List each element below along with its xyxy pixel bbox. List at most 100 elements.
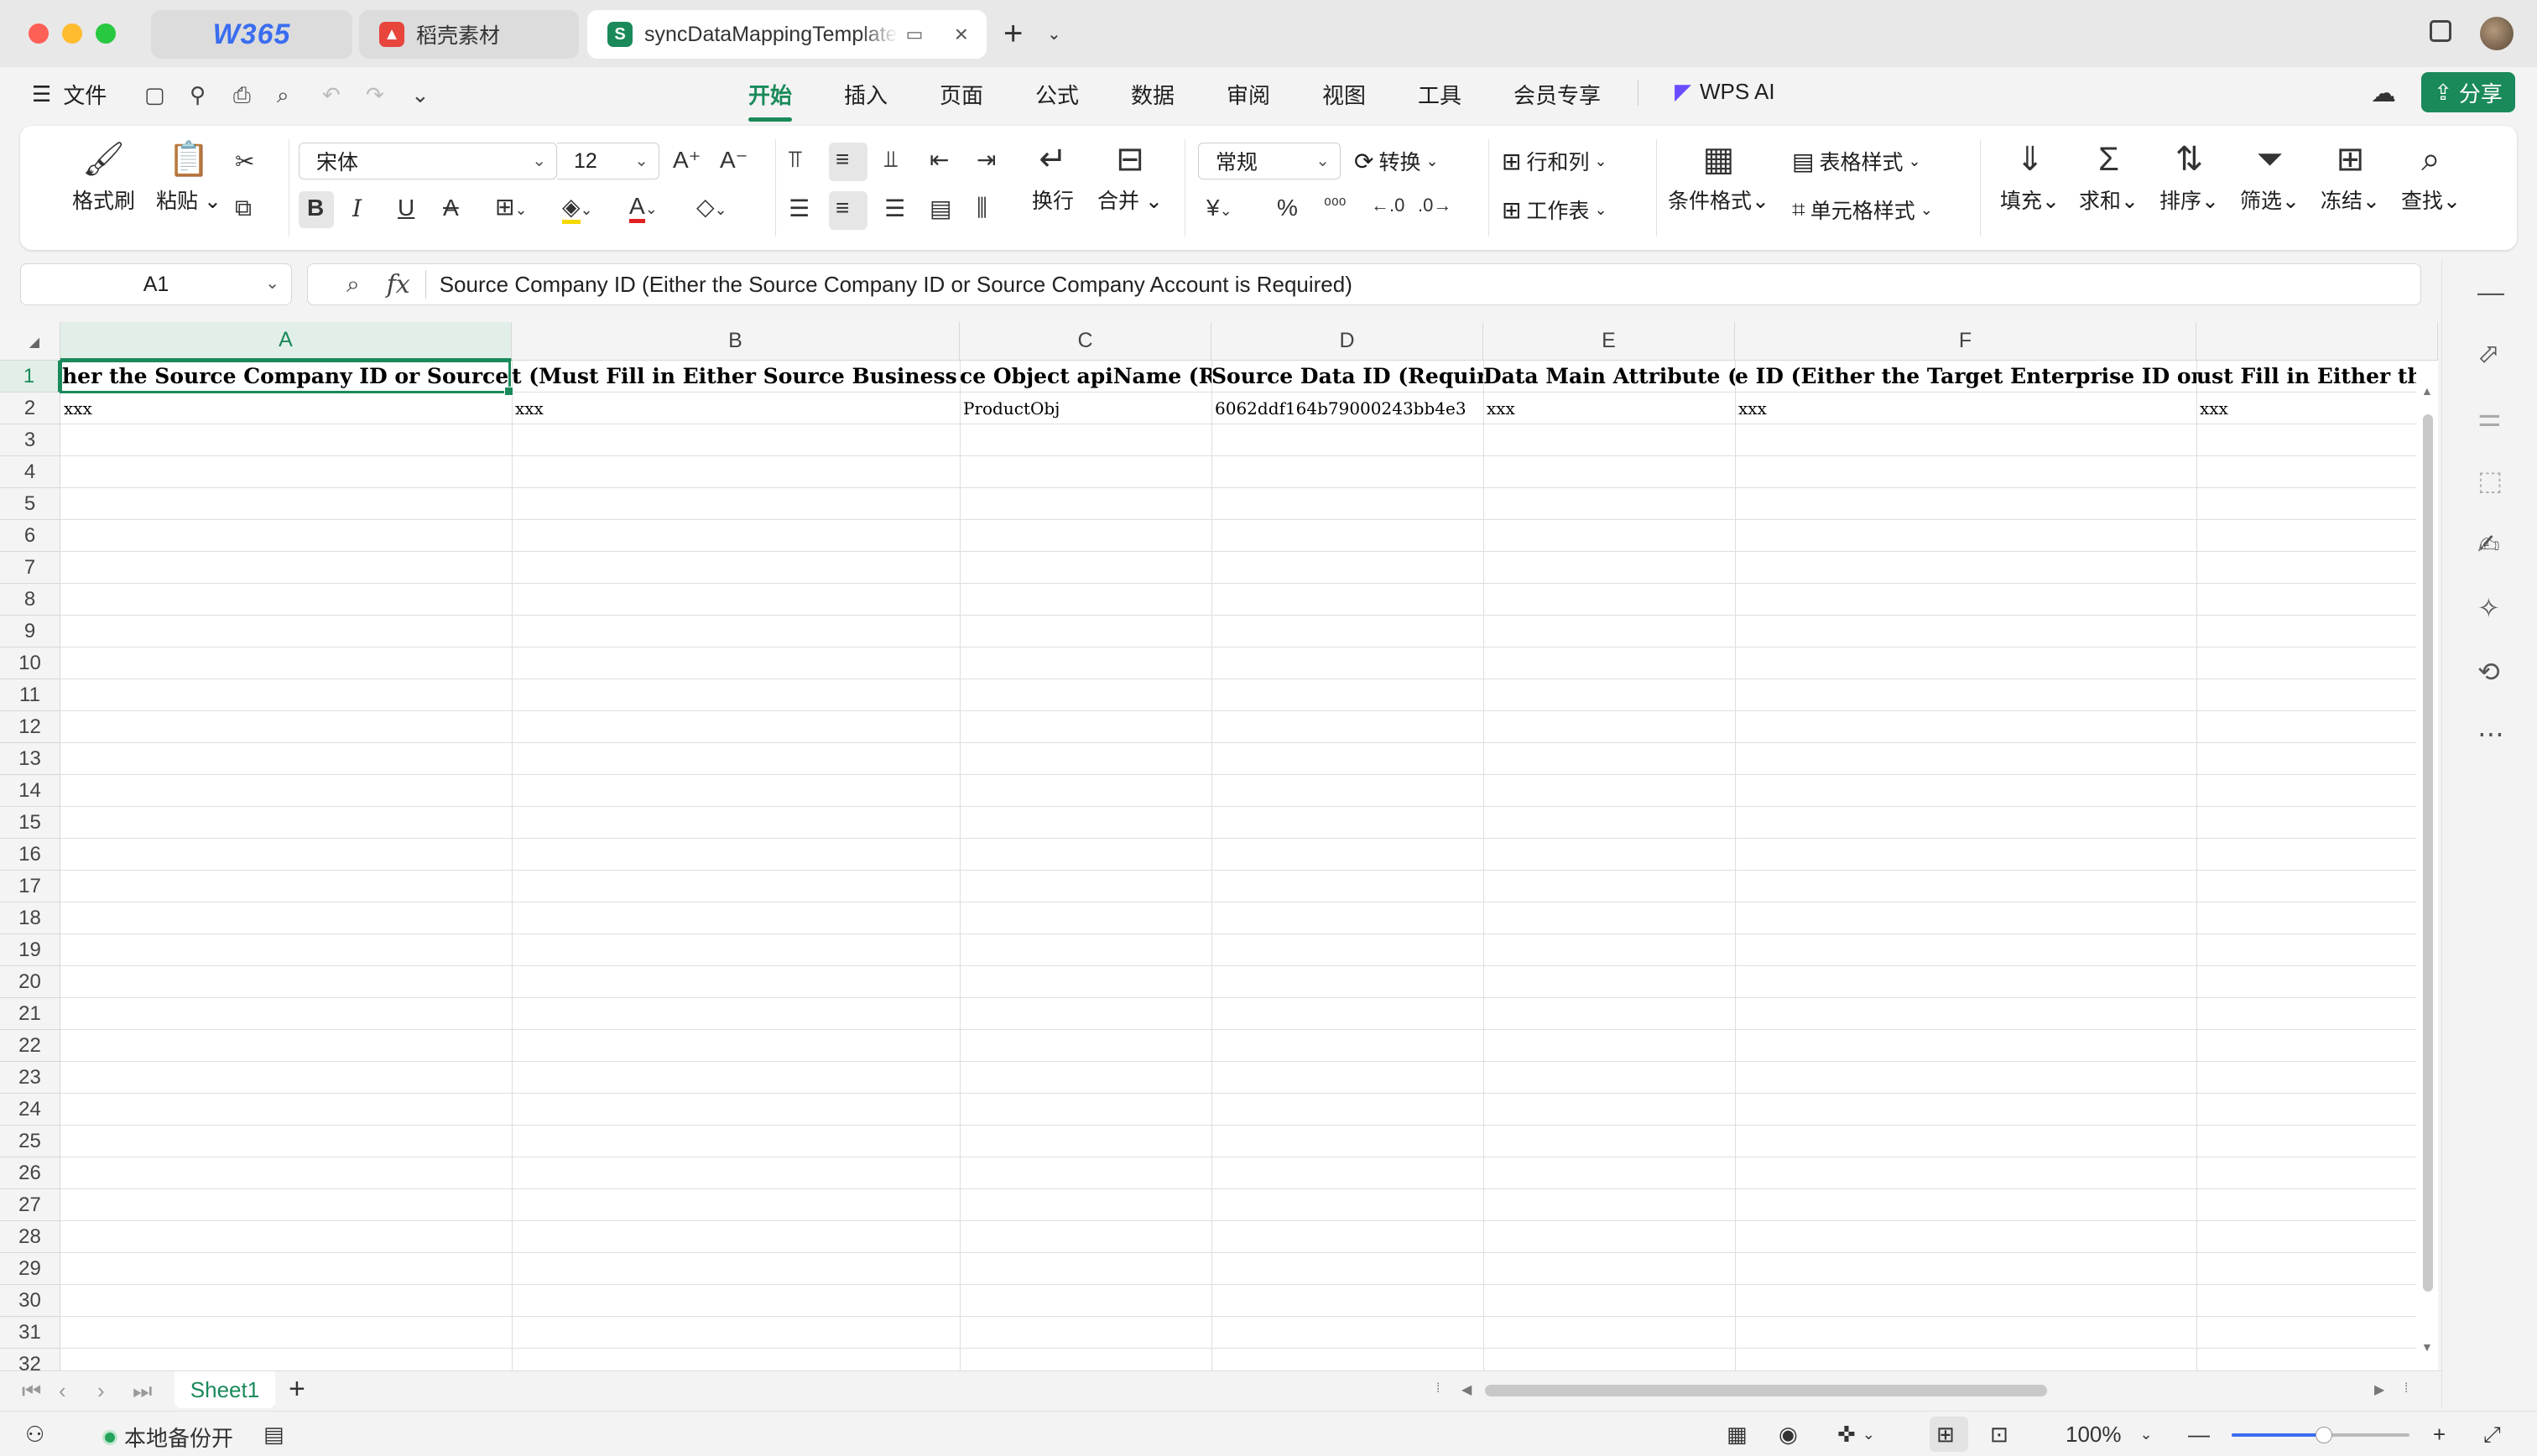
table-cell[interactable]: xxx [60, 393, 512, 424]
clear-format-icon[interactable]: ◇⌄ [696, 193, 727, 221]
currency-icon[interactable]: ¥⌄ [1206, 195, 1232, 221]
percent-icon[interactable]: % [1277, 195, 1298, 221]
row-header[interactable]: 18 [0, 902, 60, 934]
row-header[interactable]: 9 [0, 616, 60, 647]
row-header[interactable]: 32 [0, 1349, 60, 1370]
increase-font-icon[interactable]: A⁺ [673, 146, 701, 174]
avatar[interactable] [2480, 17, 2514, 50]
row-header[interactable]: 23 [0, 1062, 60, 1094]
accessibility-icon[interactable]: ⚇ [25, 1422, 44, 1448]
row-header[interactable]: 17 [0, 871, 60, 902]
table-cell[interactable]: xxx [1483, 393, 1735, 424]
undo-icon[interactable]: ↶ [322, 82, 341, 108]
select-all-corner[interactable] [0, 322, 60, 361]
local-backup-toggle[interactable]: 本地备份开 [102, 1422, 233, 1453]
name-box[interactable]: A1 ⌄ [20, 263, 292, 305]
row-header[interactable]: 15 [0, 807, 60, 839]
column-header[interactable]: B [512, 322, 960, 361]
tab-view[interactable]: 视图 [1322, 79, 1366, 110]
table-cell[interactable]: Source Data ID (Required) [1211, 361, 1483, 393]
new-tab-button[interactable]: + [1003, 15, 1023, 53]
tab-insert[interactable]: 插入 [844, 79, 888, 110]
notes-icon[interactable]: ▤ [263, 1422, 284, 1448]
table-cell[interactable]: e ID (Either the Target Enterprise ID or… [1735, 361, 2196, 393]
sort-button[interactable]: ⇅ 排序⌄ [2159, 139, 2219, 215]
first-sheet-icon[interactable]: ⏮ [22, 1378, 41, 1405]
properties-icon[interactable]: ⚌ [2477, 401, 2502, 433]
wrap-text-button[interactable]: ↵ 换行 [1032, 139, 1074, 215]
decrease-decimal-icon[interactable]: .0→ [1418, 195, 1451, 216]
row-header[interactable]: 8 [0, 584, 60, 616]
zoom-slider[interactable] [2232, 1427, 2409, 1443]
add-sheet-button[interactable]: + [289, 1373, 305, 1406]
row-header[interactable]: 20 [0, 966, 60, 998]
row-header[interactable]: 22 [0, 1030, 60, 1062]
table-cell[interactable]: ust Fill in Either the T [2196, 361, 2438, 393]
row-header[interactable]: 7 [0, 552, 60, 584]
horizontal-scroll-thumb[interactable] [1485, 1385, 2047, 1396]
table-cell[interactable]: 6062ddf164b79000243bb4e3 [1211, 393, 1483, 424]
vertical-scroll-thumb[interactable] [2423, 414, 2433, 1292]
fill-color-icon[interactable]: ◈⌄ [562, 193, 593, 224]
cut-icon[interactable]: ✂ [235, 148, 254, 175]
scroll-up-icon[interactable]: ▲ [2421, 384, 2433, 398]
font-name-select[interactable]: 宋体 ⌄ [299, 143, 557, 179]
align-center-icon[interactable]: ≡ [836, 195, 849, 221]
row-header[interactable]: 2 [0, 393, 60, 424]
column-header[interactable] [2196, 322, 2438, 361]
increase-indent-icon[interactable]: ⇥ [977, 146, 996, 174]
scroll-down-icon[interactable]: ▼ [2421, 1340, 2433, 1354]
row-header[interactable]: 5 [0, 488, 60, 520]
row-header[interactable]: 27 [0, 1189, 60, 1221]
last-sheet-icon[interactable]: ⏭ [133, 1378, 152, 1405]
copy-icon[interactable]: ⧉ [235, 195, 252, 222]
row-header[interactable]: 24 [0, 1094, 60, 1126]
table-cell[interactable]: ce Object apiName (Requ [960, 361, 1211, 393]
tab-w365[interactable]: W365 [151, 10, 352, 59]
fullscreen-icon[interactable]: ⤢ [2483, 1422, 2501, 1448]
table-cell[interactable]: xxx [1735, 393, 2196, 424]
focus-mode-icon[interactable]: ✜ ⌄ [1837, 1422, 1875, 1448]
decrease-font-icon[interactable]: A⁻ [720, 146, 748, 174]
table-cell[interactable]: her the Source Company ID or Source Comp… [62, 361, 513, 393]
decrease-indent-icon[interactable]: ⇤ [930, 146, 949, 174]
column-header[interactable]: D [1211, 322, 1483, 361]
format-brush-small-icon[interactable]: ⚲ [190, 82, 206, 108]
border-icon[interactable]: ⊞⌄ [495, 193, 528, 221]
cell-style-button[interactable]: ⌗ 单元格样式 ⌄ [1792, 195, 1933, 225]
more-options-icon[interactable]: ⋯ [2477, 718, 2504, 750]
table-cell[interactable]: t (Must Fill in Either Source Business A… [512, 361, 960, 393]
table-cell[interactable]: xxx [512, 393, 960, 424]
table-cell[interactable]: xxx [2196, 393, 2438, 424]
sign-icon[interactable]: ✍ [2477, 528, 2500, 560]
font-size-select[interactable]: 12 ⌄ [557, 143, 659, 179]
select-cursor-icon[interactable]: ⬀ [2477, 337, 2500, 369]
tools-icon[interactable]: ✧ [2477, 592, 2500, 624]
zoom-select[interactable]: 100% ⌄ [2066, 1422, 2153, 1448]
more-chevron-icon[interactable]: ⌄ [411, 82, 430, 108]
tab-member[interactable]: 会员专享 [1513, 79, 1601, 110]
italic-icon[interactable]: I [352, 195, 362, 222]
cloud-upload-icon[interactable]: ☁ [2371, 79, 2396, 108]
tab-page[interactable]: 页面 [940, 79, 983, 110]
formula-input[interactable]: Source Company ID (Either the Source Com… [440, 272, 1352, 298]
column-header[interactable]: C [960, 322, 1211, 361]
tab-data[interactable]: 数据 [1131, 79, 1175, 110]
maximize-window-button[interactable] [96, 23, 116, 44]
align-middle-icon[interactable]: ≡ [836, 146, 849, 173]
row-header[interactable]: 28 [0, 1221, 60, 1253]
zoom-slider-knob[interactable] [2316, 1427, 2333, 1443]
table-cell[interactable]: ProductObj [960, 393, 1211, 424]
column-header[interactable]: E [1483, 322, 1735, 361]
tab-review[interactable]: 审阅 [1227, 79, 1270, 110]
redo-icon[interactable]: ↷ [366, 82, 384, 108]
fill-button[interactable]: ⇓ 填充⌄ [2000, 139, 2060, 215]
scroll-right-icon[interactable]: ▶ [2374, 1381, 2384, 1398]
row-header[interactable]: 1 [0, 361, 60, 393]
row-header[interactable]: 25 [0, 1126, 60, 1157]
table-style-button[interactable]: ▤ 表格样式 ⌄ [1792, 146, 1921, 176]
page-break-view-icon[interactable]: ⊡ [1990, 1422, 2008, 1448]
align-bottom-icon[interactable]: ⫫ [884, 146, 898, 174]
column-header[interactable]: A [60, 322, 512, 361]
row-header[interactable]: 3 [0, 424, 60, 456]
